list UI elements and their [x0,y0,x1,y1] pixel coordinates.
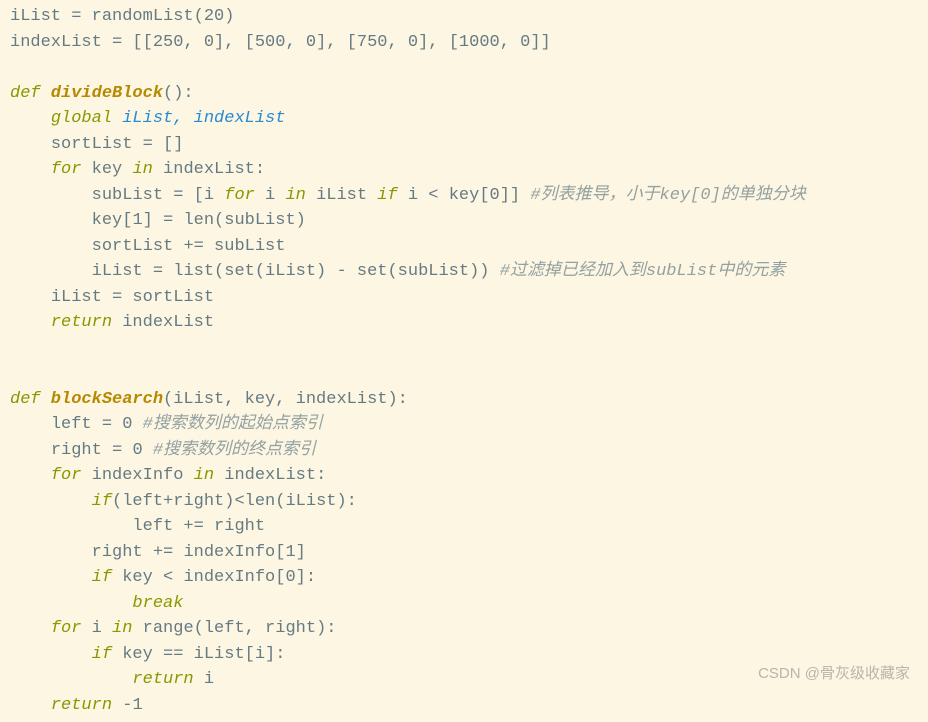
keyword-return: return [51,313,112,332]
code-text: i [255,186,286,205]
code-text: i [81,619,112,638]
code-text: ], [ [214,33,255,52]
code-text: (iList, key, indexList): [163,390,408,409]
code-text: ] [296,543,306,562]
function-name: divideBlock [41,84,163,103]
code-text: i [194,670,214,689]
code-text: indexInfo [81,466,193,485]
keyword-def: def [10,390,41,409]
number-literal: 1000 [459,33,500,52]
code-text [132,415,142,434]
comment: #搜索数列的起始点索引 [143,415,323,434]
comment: #列表推导，小于key[0]的单独分块 [530,186,805,205]
code-text: ], [ [316,33,357,52]
comment: #搜索数列的终点索引 [153,441,316,460]
keyword-for: for [224,186,255,205]
code-text: ], [ [418,33,459,52]
keyword-if: if [377,186,397,205]
code-text: ]] [530,33,550,52]
code-text: key == iList[i]: [112,645,285,664]
keyword-for: for [51,160,82,179]
code-line: sortList += subList [92,237,286,256]
code-text: (): [163,84,194,103]
code-line: iList = randomList( [10,7,204,26]
keyword-in: in [285,186,305,205]
keyword-return: return [132,670,193,689]
code-text: - [112,696,132,715]
code-block: iList = randomList(20) indexList = [[250… [0,0,928,722]
keyword-in: in [112,619,132,638]
number-literal: 0 [408,33,418,52]
identifier: iList, indexList [112,109,285,128]
code-text: indexList [112,313,214,332]
keyword-if: if [92,568,112,587]
code-text: ) [224,7,234,26]
number-literal: 500 [255,33,286,52]
code-line: sortList = [] [51,135,184,154]
code-text: iList [306,186,377,205]
keyword-def: def [10,84,41,103]
number-literal: 750 [357,33,388,52]
code-text [143,441,153,460]
code-text: subList = [i [92,186,225,205]
code-text: right = [51,441,133,460]
number-literal: 0 [204,33,214,52]
code-text: indexList: [214,466,326,485]
code-text: key[ [92,211,133,230]
comment: #过滤掉已经加入到subList中的元素 [500,262,786,281]
keyword-return: return [51,696,112,715]
code-text: (left+right)<len(iList): [112,492,357,511]
keyword-for: for [51,619,82,638]
number-literal: 0 [132,441,142,460]
number-literal: 1 [132,696,142,715]
code-text: i < key[ [398,186,490,205]
code-text: key < indexInfo[ [112,568,285,587]
code-text: , [285,33,305,52]
number-literal: 1 [132,211,142,230]
number-literal: 250 [153,33,184,52]
code-line: left += right [132,517,265,536]
code-text: left = [51,415,122,434]
number-literal: 0 [285,568,295,587]
code-text: ]: [296,568,316,587]
code-text: indexList: [153,160,265,179]
keyword-in: in [194,466,214,485]
keyword-global: global [51,109,112,128]
code-line: indexList = [[ [10,33,153,52]
keyword-in: in [132,160,152,179]
number-literal: 0 [520,33,530,52]
number-literal: 0 [490,186,500,205]
keyword-if: if [92,492,112,511]
code-text: ] = len(subList) [143,211,306,230]
code-line: iList = sortList [51,288,214,307]
code-text: iList = list(set(iList) - set(subList)) [92,262,500,281]
number-literal: 1 [285,543,295,562]
code-text: , [500,33,520,52]
code-text: right += indexInfo[ [92,543,286,562]
keyword-for: for [51,466,82,485]
number-literal: 0 [306,33,316,52]
number-literal: 0 [122,415,132,434]
function-name: blockSearch [41,390,163,409]
code-text: key [81,160,132,179]
code-text: range(left, right): [132,619,336,638]
code-text: , [388,33,408,52]
keyword-break: break [132,594,183,613]
number-literal: 20 [204,7,224,26]
code-text: , [183,33,203,52]
code-text: ]] [500,186,531,205]
keyword-if: if [92,645,112,664]
